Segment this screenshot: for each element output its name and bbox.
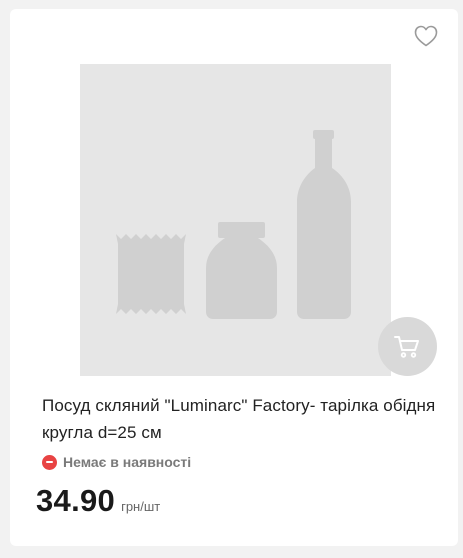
bottle-body-shape — [297, 139, 351, 319]
snack-bag-shape — [116, 234, 186, 314]
jar-lid-shape — [218, 222, 265, 238]
product-title-link[interactable]: Посуд скляний "Luminarc" Factory- тарілк… — [42, 396, 435, 442]
jar-body-shape — [206, 238, 277, 319]
shopping-cart-icon — [394, 336, 419, 358]
heart-outline-icon — [414, 25, 438, 47]
product-placeholder-image[interactable] — [80, 64, 391, 376]
price-unit: грн/шт — [121, 499, 161, 514]
bottle-cap-shape — [313, 130, 334, 139]
product-title[interactable]: Посуд скляний "Luminarc" Factory- тарілк… — [42, 392, 442, 446]
price-value: 34.90 — [36, 483, 116, 518]
price-block: 34.90 грн/шт — [36, 483, 160, 519]
product-card: Посуд скляний "Luminarc" Factory- тарілк… — [10, 9, 458, 546]
minus-circle-icon — [42, 454, 57, 470]
availability-label: Немає в наявності — [63, 454, 192, 470]
add-to-cart-button[interactable] — [378, 317, 437, 376]
favorite-button[interactable] — [414, 25, 438, 47]
availability-status: Немає в наявності — [42, 453, 191, 471]
